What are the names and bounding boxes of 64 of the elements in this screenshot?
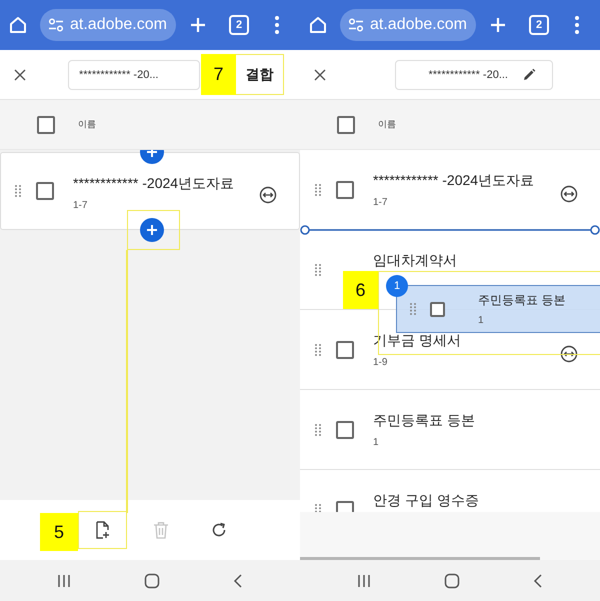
page-range: 1-7: [73, 200, 88, 211]
expand-icon[interactable]: [560, 184, 578, 202]
combine-button[interactable]: 결합: [235, 54, 284, 95]
page-range: 1: [373, 437, 380, 448]
checkbox[interactable]: [36, 182, 54, 200]
menu-icon[interactable]: [574, 15, 580, 35]
tab-count[interactable]: 2: [529, 15, 549, 35]
scroll-bar[interactable]: [300, 557, 540, 560]
home-button-icon[interactable]: [444, 572, 460, 588]
file-title: ************ -2024년도자료: [73, 175, 236, 193]
checkbox[interactable]: [430, 302, 445, 316]
expand-icon[interactable]: [259, 186, 277, 204]
checkbox[interactable]: [336, 180, 354, 198]
close-icon[interactable]: [314, 68, 326, 80]
file-card[interactable]: ************ -2024년도자료 1-7: [0, 152, 300, 230]
trash-icon: [152, 521, 168, 539]
file-title: 안경 구입 영수증: [373, 492, 480, 510]
drag-handle-icon[interactable]: [15, 185, 21, 197]
checkbox[interactable]: [336, 420, 354, 438]
page-range: 1-9: [373, 357, 388, 368]
callout-badge: 6: [343, 271, 378, 309]
edit-icon[interactable]: [522, 68, 536, 82]
tab-count[interactable]: 2: [229, 15, 249, 35]
new-tab-icon[interactable]: [189, 16, 207, 34]
column-header: 이름: [378, 118, 396, 131]
home-button-icon[interactable]: [144, 572, 160, 588]
page-range: 1: [478, 315, 485, 326]
file-title: 주민등록표 등본: [373, 412, 476, 430]
plus-icon: [146, 224, 158, 236]
back-icon[interactable]: [233, 574, 244, 588]
page-range: 1-7: [373, 197, 388, 208]
callout-badge: 5: [40, 513, 78, 551]
insert-button[interactable]: [140, 218, 164, 242]
back-icon[interactable]: [533, 574, 544, 588]
file-name-field[interactable]: ************ -20...: [395, 60, 553, 90]
file-title: ************ -2024년도자료: [373, 172, 536, 190]
select-all-checkbox[interactable]: [337, 116, 355, 134]
expand-icon[interactable]: [560, 344, 578, 362]
add-file-button[interactable]: [78, 511, 127, 549]
close-icon[interactable]: [14, 68, 26, 80]
drag-handle-icon[interactable]: [315, 424, 321, 436]
checkbox[interactable]: [336, 340, 354, 358]
refresh-icon: [210, 522, 226, 538]
add-file-icon: [94, 521, 110, 539]
home-icon[interactable]: [8, 15, 28, 35]
new-tab-icon[interactable]: [489, 16, 507, 34]
recent-apps-icon[interactable]: [56, 574, 71, 588]
drag-handle-icon[interactable]: [315, 264, 321, 276]
file-title: 임대차계약서: [373, 252, 458, 270]
recent-apps-icon[interactable]: [356, 574, 371, 588]
site-settings-icon[interactable]: [348, 18, 364, 32]
column-header: 이름: [78, 118, 96, 131]
drag-handle-icon[interactable]: [315, 344, 321, 356]
site-settings-icon[interactable]: [48, 18, 64, 32]
file-name-field[interactable]: ************ -20...: [68, 60, 200, 90]
drag-handle-icon[interactable]: [315, 504, 321, 512]
callout-frame: [127, 210, 180, 250]
drag-handle-icon[interactable]: [315, 184, 321, 196]
drag-handle-icon[interactable]: [410, 303, 416, 315]
file-title: 주민등록표 등본: [478, 292, 566, 309]
callout-badge: 7: [201, 54, 236, 95]
select-all-checkbox[interactable]: [37, 116, 55, 134]
home-icon[interactable]: [308, 15, 328, 35]
menu-icon[interactable]: [274, 15, 280, 35]
